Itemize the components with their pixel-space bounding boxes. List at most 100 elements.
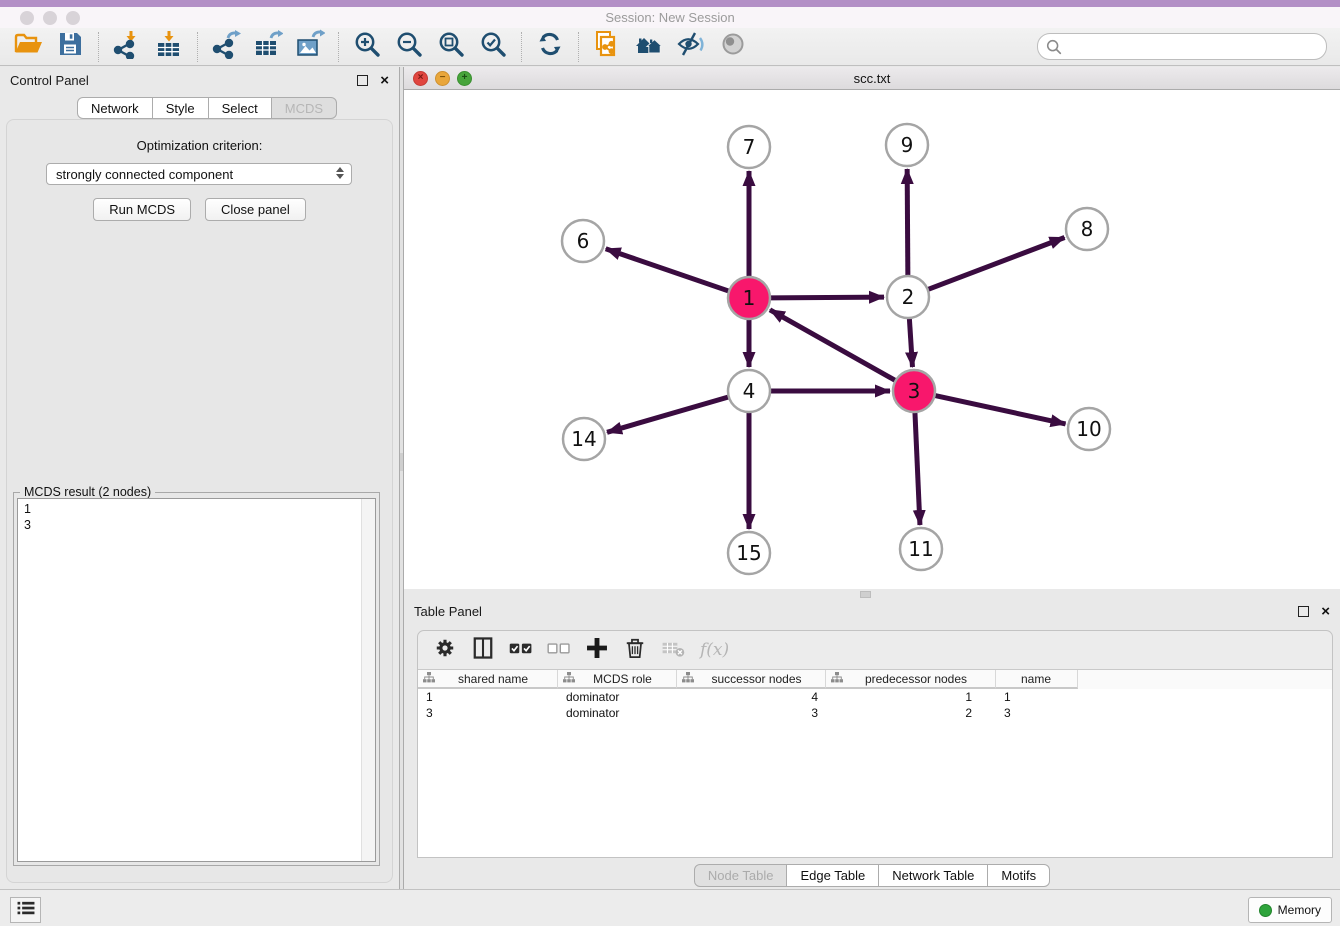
cell-name[interactable]: 3 bbox=[996, 706, 1078, 720]
graph-edge-1-2[interactable] bbox=[770, 297, 884, 298]
graph-edge-2-3[interactable] bbox=[909, 318, 912, 367]
mcds-result-text[interactable]: 1 3 bbox=[17, 498, 376, 862]
close-panel-icon[interactable]: × bbox=[380, 73, 389, 88]
add-column-button[interactable] bbox=[582, 635, 612, 665]
cell-successor-nodes[interactable]: 4 bbox=[677, 690, 826, 704]
apply-layout-button[interactable] bbox=[535, 32, 565, 62]
network-title: scc.txt bbox=[404, 71, 1340, 86]
network-canvas[interactable]: 1234678910111415 bbox=[404, 90, 1340, 589]
result-line: 3 bbox=[24, 517, 369, 533]
delete-table-button bbox=[658, 635, 688, 665]
tab-edge-table[interactable]: Edge Table bbox=[787, 864, 879, 887]
memory-status-icon bbox=[1259, 904, 1272, 917]
tab-mcds[interactable]: MCDS bbox=[272, 97, 337, 119]
search-box bbox=[1037, 33, 1327, 60]
export-table-button[interactable] bbox=[253, 32, 283, 62]
column-header-successor-nodes[interactable]: successor nodes bbox=[677, 670, 826, 689]
save-session-button[interactable] bbox=[55, 32, 85, 62]
graph-edge-1-6[interactable] bbox=[606, 249, 729, 291]
search-input[interactable] bbox=[1063, 36, 1326, 58]
memory-button[interactable]: Memory bbox=[1248, 897, 1332, 923]
close-panel-button[interactable]: Close panel bbox=[205, 198, 306, 221]
cell-successor-nodes[interactable]: 3 bbox=[677, 706, 826, 720]
network-window: × − + scc.txt 1234678910111415 bbox=[404, 67, 1340, 589]
tab-motifs[interactable]: Motifs bbox=[988, 864, 1050, 887]
export-image-button[interactable] bbox=[295, 32, 325, 62]
tab-node-table[interactable]: Node Table bbox=[694, 864, 788, 887]
delete-column-button[interactable] bbox=[620, 635, 650, 665]
zoom-in-button[interactable] bbox=[352, 32, 382, 62]
result-line: 1 bbox=[24, 501, 369, 517]
import-table-button[interactable] bbox=[154, 32, 184, 62]
function-builder-button: f(x) bbox=[700, 640, 729, 660]
column-header-shared-name[interactable]: shared name bbox=[418, 670, 558, 689]
list-icon bbox=[16, 899, 36, 922]
graph-node-label: 9 bbox=[901, 133, 914, 157]
task-history-button[interactable] bbox=[10, 897, 41, 923]
graph-edge-2-8[interactable] bbox=[928, 238, 1065, 290]
export-network-button[interactable] bbox=[211, 32, 241, 62]
tab-select[interactable]: Select bbox=[209, 97, 272, 119]
zoom-fit-button[interactable] bbox=[436, 32, 466, 62]
cell-shared-name[interactable]: 1 bbox=[418, 690, 558, 704]
zoom-selected-button[interactable] bbox=[478, 32, 508, 62]
cell-mcds-role[interactable]: dominator bbox=[558, 706, 677, 720]
cell-shared-name[interactable]: 3 bbox=[418, 706, 558, 720]
tab-style[interactable]: Style bbox=[153, 97, 209, 119]
clone-network-button[interactable] bbox=[592, 32, 622, 62]
plus-icon bbox=[584, 635, 610, 666]
horizontal-splitter[interactable] bbox=[404, 589, 1340, 598]
zoom-out-button[interactable] bbox=[394, 32, 424, 62]
run-mcds-button[interactable]: Run MCDS bbox=[93, 198, 191, 221]
cell-predecessor-nodes[interactable]: 2 bbox=[826, 706, 996, 720]
show-button[interactable] bbox=[718, 32, 748, 62]
mcds-panel: Optimization criterion: strongly connect… bbox=[6, 119, 393, 883]
toolbar-separator bbox=[521, 32, 522, 62]
select-all-button[interactable] bbox=[506, 635, 536, 665]
open-session-button[interactable] bbox=[13, 32, 43, 62]
table-row[interactable]: 1 dominator 4 1 1 bbox=[418, 689, 1332, 705]
column-label: MCDS role bbox=[575, 672, 676, 686]
zoom-fit-icon bbox=[436, 29, 466, 64]
hide-button[interactable] bbox=[676, 32, 706, 62]
cell-name[interactable]: 1 bbox=[996, 690, 1078, 704]
column-label: shared name bbox=[435, 672, 557, 686]
deselect-all-button[interactable] bbox=[544, 635, 574, 665]
gear-icon bbox=[432, 635, 458, 666]
graph-edge-4-14[interactable] bbox=[607, 397, 729, 432]
tree-icon bbox=[563, 672, 575, 686]
splitter-grip[interactable] bbox=[860, 591, 871, 598]
graph-edge-3-1[interactable] bbox=[770, 310, 896, 381]
table-panel-header: Table Panel × bbox=[404, 598, 1340, 624]
float-panel-icon[interactable] bbox=[1298, 606, 1309, 617]
tab-network[interactable]: Network bbox=[77, 97, 153, 119]
graph-edge-3-10[interactable] bbox=[935, 395, 1066, 423]
home-button[interactable] bbox=[634, 32, 664, 62]
result-scrollbar[interactable] bbox=[361, 499, 375, 861]
cell-mcds-role[interactable]: dominator bbox=[558, 690, 677, 704]
tab-network-table[interactable]: Network Table bbox=[879, 864, 988, 887]
home-icon bbox=[634, 29, 664, 64]
optimization-select[interactable]: strongly connected component bbox=[46, 163, 352, 185]
graph-edge-2-9[interactable] bbox=[907, 169, 908, 276]
graph-node-label: 7 bbox=[743, 135, 756, 159]
status-bar: Memory bbox=[0, 889, 1340, 926]
graph-edge-3-11[interactable] bbox=[915, 412, 920, 525]
table-row[interactable]: 3 dominator 3 2 3 bbox=[418, 705, 1332, 721]
import-network-button[interactable] bbox=[112, 32, 142, 62]
app-titlebar: Session: New Session bbox=[0, 7, 1340, 28]
float-panel-icon[interactable] bbox=[357, 75, 368, 86]
cell-predecessor-nodes[interactable]: 1 bbox=[826, 690, 996, 704]
column-header-name[interactable]: name bbox=[996, 670, 1078, 689]
close-panel-icon[interactable]: × bbox=[1321, 604, 1330, 619]
column-header-mcds-role[interactable]: MCDS role bbox=[558, 670, 677, 689]
control-panel-title: Control Panel bbox=[10, 73, 89, 88]
table-toolbar: f(x) bbox=[418, 631, 1332, 669]
show-columns-button[interactable] bbox=[468, 635, 498, 665]
table-settings-button[interactable] bbox=[430, 635, 460, 665]
network-graph[interactable]: 1234678910111415 bbox=[404, 90, 1340, 589]
column-label: name bbox=[1001, 672, 1077, 686]
splitter-grip[interactable] bbox=[400, 453, 403, 471]
graph-node-label: 15 bbox=[736, 541, 761, 565]
column-header-predecessor-nodes[interactable]: predecessor nodes bbox=[826, 670, 996, 689]
